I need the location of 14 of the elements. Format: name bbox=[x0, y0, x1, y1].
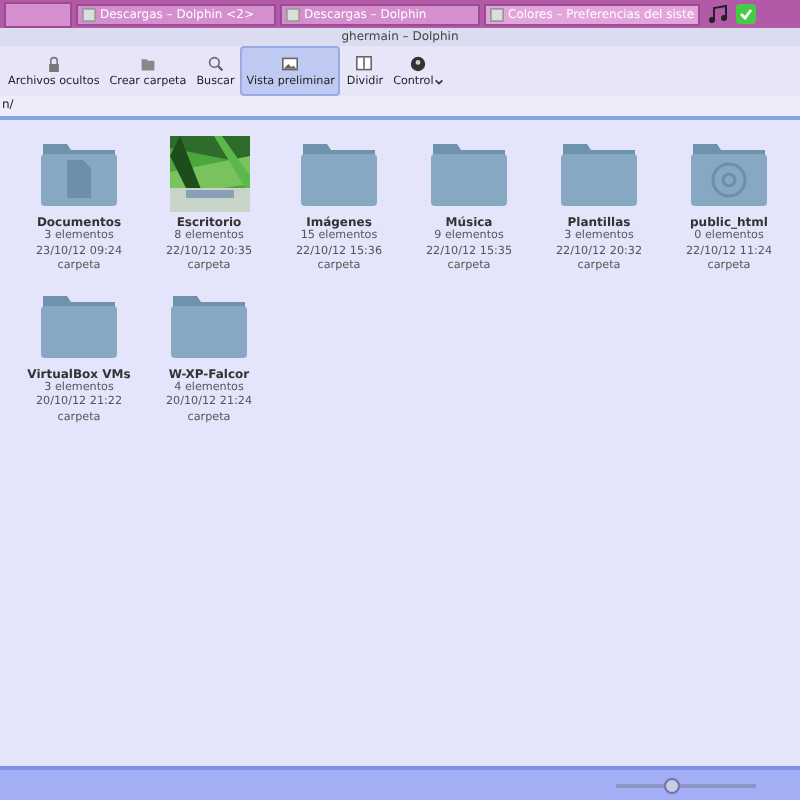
window-icon bbox=[286, 7, 300, 21]
music-note-icon[interactable] bbox=[708, 4, 729, 24]
window-icon bbox=[82, 7, 96, 21]
window-icon bbox=[490, 7, 504, 21]
control-icon bbox=[410, 55, 427, 71]
lock-icon bbox=[45, 55, 62, 71]
taskbar-tab[interactable] bbox=[4, 1, 72, 27]
split-view-icon bbox=[356, 55, 373, 71]
slider-thumb[interactable] bbox=[664, 777, 680, 793]
check-icon[interactable] bbox=[736, 4, 757, 24]
search-icon bbox=[207, 55, 224, 71]
image-icon bbox=[282, 55, 299, 71]
folder-icon bbox=[139, 55, 156, 71]
caret-icon bbox=[433, 77, 444, 85]
